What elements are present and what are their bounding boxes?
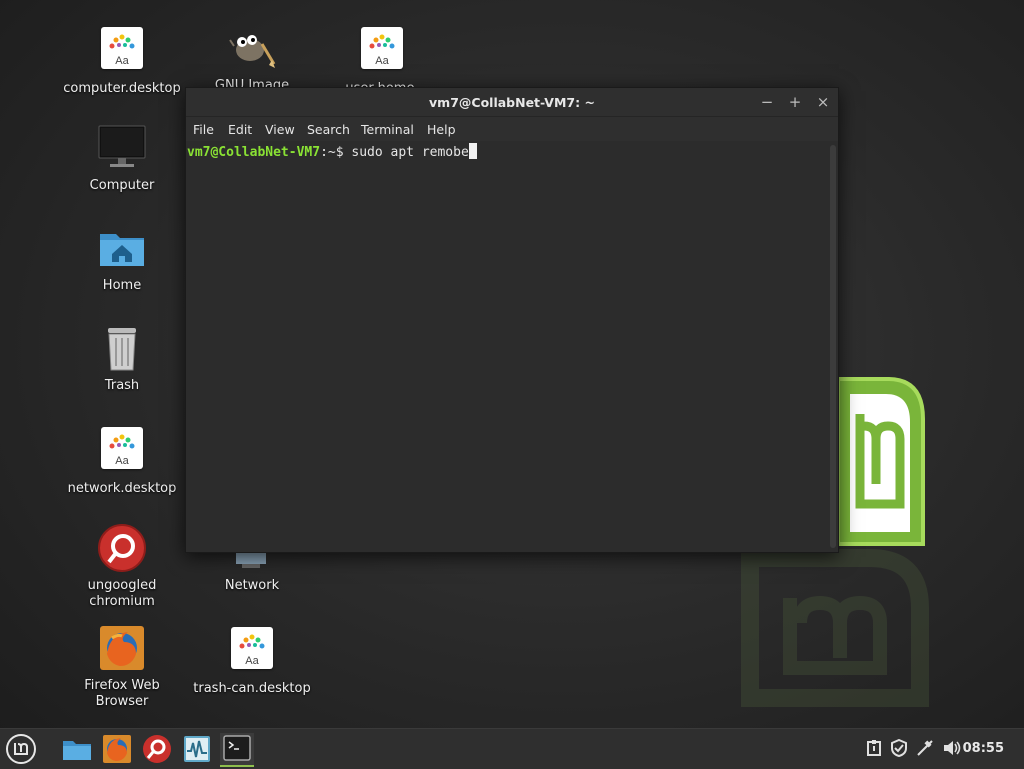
volume-icon[interactable]: [942, 739, 962, 761]
terminal-window[interactable]: vm7@CollabNet-VM7: ~ − + × File Edit Vie…: [185, 87, 839, 553]
chromium-icon: [143, 735, 171, 763]
home-folder-icon: [100, 234, 144, 266]
prompt-line: vm7@CollabNet-VM7:~$ sudo apt remobe: [187, 143, 477, 160]
desktop-icon-label: computer.desktop: [63, 81, 181, 96]
taskbar-files[interactable]: [60, 733, 94, 765]
minimize-button[interactable]: −: [758, 93, 776, 111]
firefox-icon: [103, 735, 131, 763]
menu-view[interactable]: View: [265, 122, 295, 137]
maximize-button[interactable]: +: [786, 93, 804, 111]
font-file-icon: Aa: [231, 627, 273, 669]
desktop-icon-label: network.desktop: [67, 481, 177, 496]
desktop-icon-home[interactable]: Home: [62, 224, 182, 294]
window-title: vm7@CollabNet-VM7: ~: [429, 95, 595, 110]
trash-icon: [108, 328, 136, 371]
taskbar-chromium[interactable]: [140, 733, 174, 765]
update-manager-icon[interactable]: [866, 739, 882, 761]
menu-help[interactable]: Help: [427, 122, 456, 137]
font-file-icon: Aa: [101, 27, 143, 69]
system-monitor-icon: [184, 736, 210, 762]
terminal-icon: [223, 735, 251, 761]
prompt-symbol: :~$: [320, 145, 352, 160]
terminal-output[interactable]: vm7@CollabNet-VM7:~$ sudo apt remobe: [186, 141, 828, 552]
linux-mint-logo: [836, 377, 925, 546]
desktop-icon-label: ungoogled chromium: [87, 578, 157, 609]
menu-bar: File Edit View Search Terminal Help: [186, 117, 838, 141]
monitor-icon: [98, 125, 146, 167]
shield-icon[interactable]: [890, 738, 908, 761]
desktop-icon-ungoogled-chromium[interactable]: ungoogled chromium: [62, 524, 182, 610]
taskbar-firefox[interactable]: [100, 733, 134, 765]
menu-terminal[interactable]: Terminal: [361, 122, 414, 137]
font-file-icon: Aa: [361, 27, 403, 69]
mint-menu-icon: [6, 734, 36, 764]
firefox-icon: [100, 626, 144, 670]
network-connection-icon[interactable]: [916, 739, 934, 761]
desktop-icon-label: Firefox Web Browser: [84, 678, 160, 709]
window-titlebar[interactable]: vm7@CollabNet-VM7: ~ − + ×: [186, 88, 838, 117]
text-cursor: [468, 143, 477, 159]
desktop: Aa computer.desktop GNU Image Aa user-ho…: [0, 0, 1024, 728]
desktop-icon-trash-can-desktop[interactable]: Aa trash-can.desktop: [192, 624, 312, 697]
prompt-user: vm7@CollabNet-VM7: [187, 145, 321, 160]
desktop-icon-label: Trash: [104, 378, 140, 393]
desktop-icon-firefox[interactable]: Firefox Web Browser: [62, 624, 182, 710]
menu-edit[interactable]: Edit: [228, 122, 252, 137]
desktop-icon-computer[interactable]: Computer: [62, 124, 182, 194]
gimp-icon: [229, 35, 276, 68]
desktop-icon-network-desktop[interactable]: Aa network.desktop: [62, 424, 182, 497]
desktop-icon-trash[interactable]: Trash: [62, 324, 182, 394]
taskbar: 08:55: [0, 728, 1024, 769]
folder-icon: [63, 741, 91, 760]
desktop-icon-label: Computer: [89, 178, 155, 193]
scrollbar[interactable]: [830, 145, 836, 548]
desktop-icon-label: Home: [102, 278, 142, 293]
clock[interactable]: 08:55: [963, 741, 1004, 756]
command-text: sudo apt remobe: [351, 145, 469, 160]
font-file-icon: Aa: [101, 427, 143, 469]
menu-file[interactable]: File: [193, 122, 214, 137]
menu-button[interactable]: [4, 733, 40, 765]
chromium-icon: [98, 524, 146, 572]
desktop-icon-label: trash-can.desktop: [193, 681, 311, 696]
taskbar-system-monitor[interactable]: [180, 733, 214, 765]
close-button[interactable]: ×: [814, 93, 832, 111]
linux-mint-logo-watermark: [741, 549, 929, 707]
taskbar-terminal[interactable]: [220, 733, 254, 767]
desktop-icon-gimp[interactable]: GNU Image: [192, 24, 312, 94]
desktop-icon-computer-desktop[interactable]: Aa computer.desktop: [62, 24, 182, 97]
menu-search[interactable]: Search: [307, 122, 350, 137]
desktop-icon-label: Network: [224, 578, 280, 593]
